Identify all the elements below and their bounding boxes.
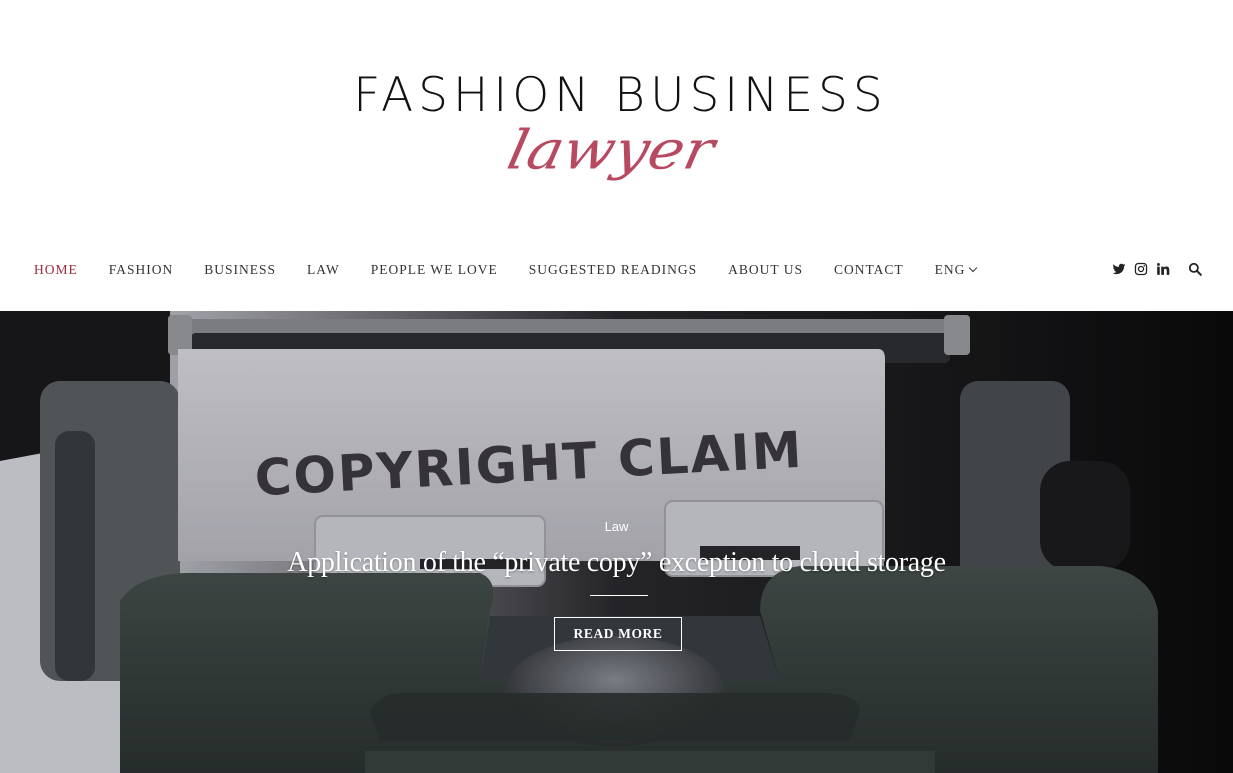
nav-menu: HOME FASHION BUSINESS LAW PEOPLE WE LOVE… <box>34 262 1007 278</box>
chevron-down-icon <box>969 263 978 273</box>
logo-subtitle[interactable]: lawyer <box>489 106 730 205</box>
read-more-button[interactable]: READ MORE <box>554 617 682 651</box>
main-navigation: HOME FASHION BUSINESS LAW PEOPLE WE LOVE… <box>0 250 1233 292</box>
language-label: ENG <box>934 262 966 277</box>
nav-item-suggested-readings[interactable]: SUGGESTED READINGS <box>529 262 697 278</box>
post-title[interactable]: Application of the “private copy” except… <box>0 547 1233 579</box>
nav-item-contact[interactable]: CONTACT <box>834 262 904 278</box>
site-header: FASHION BUSINESS lawyer <box>0 0 1233 240</box>
instagram-icon[interactable] <box>1134 262 1148 276</box>
hero-overlay <box>0 311 1233 773</box>
post-category[interactable]: Law <box>0 519 1233 534</box>
search-icon[interactable] <box>1188 262 1202 276</box>
title-divider <box>590 595 648 596</box>
social-icons <box>1112 262 1210 276</box>
nav-item-business[interactable]: BUSINESS <box>204 262 276 278</box>
nav-item-about-us[interactable]: ABOUT US <box>728 262 803 278</box>
twitter-icon[interactable] <box>1112 262 1126 276</box>
nav-item-fashion[interactable]: FASHION <box>109 262 174 278</box>
nav-item-people-we-love[interactable]: PEOPLE WE LOVE <box>371 262 498 278</box>
linkedin-icon[interactable] <box>1156 262 1170 276</box>
language-selector[interactable]: ENG <box>934 262 978 278</box>
nav-item-law[interactable]: LAW <box>307 262 340 278</box>
hero-slider[interactable]: COPYRIGHT CLAIM Law Application of the “… <box>0 311 1233 773</box>
nav-item-home[interactable]: HOME <box>34 262 78 278</box>
